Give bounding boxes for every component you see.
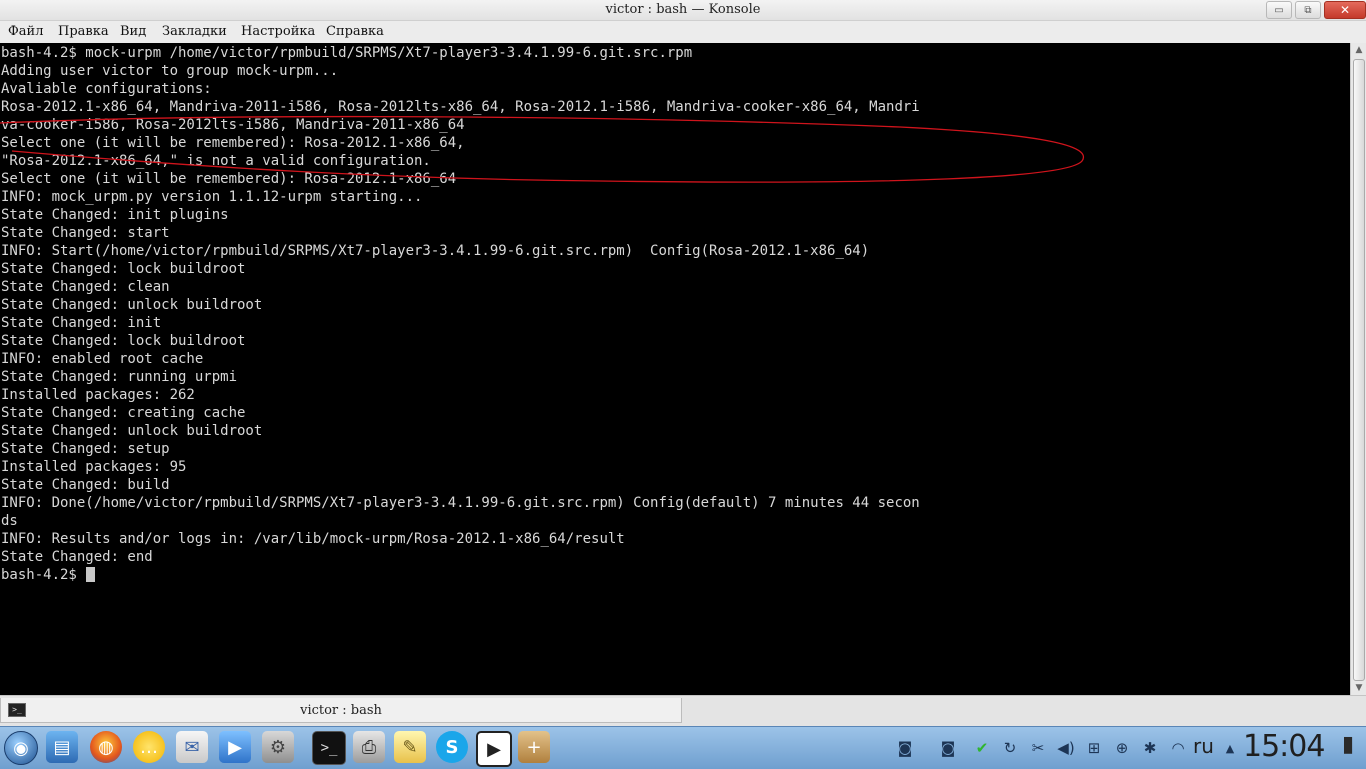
- terminal-line: State Changed: end: [1, 549, 153, 565]
- terminal-line: State Changed: lock buildroot: [1, 261, 246, 277]
- application-launcher-icon[interactable]: ◉: [4, 731, 38, 765]
- terminal-line: INFO: enabled root cache: [1, 351, 204, 367]
- terminal-lines: bash-4.2$ mock-urpm /home/victor/rpmbuil…: [1, 44, 920, 584]
- terminal-line: va-cooker-i586, Rosa-2012lts-i586, Mandr…: [1, 117, 465, 133]
- firefox-icon[interactable]: ◍: [90, 731, 122, 763]
- terminal-line: INFO: Results and/or logs in: /var/lib/m…: [1, 531, 625, 547]
- terminal-line: Installed packages: 95: [1, 459, 187, 475]
- terminal-line: Adding user victor to group mock-urpm...: [1, 63, 339, 79]
- menu-view[interactable]: Вид: [120, 24, 146, 39]
- scroll-down-arrow-icon[interactable]: ▼: [1351, 681, 1366, 695]
- scissors-icon[interactable]: ✂: [1028, 737, 1048, 759]
- konsole-tab-bar: >_ victor : bash: [0, 695, 1366, 727]
- terminal-prompt: bash-4.2$: [1, 567, 86, 583]
- terminal-line: INFO: mock_urpm.py version 1.1.12-urpm s…: [1, 189, 423, 205]
- terminal-line: "Rosa-2012.1-x86_64," is not a valid con…: [1, 153, 431, 169]
- terminal-line: State Changed: lock buildroot: [1, 333, 246, 349]
- globe-icon[interactable]: ⊕: [1112, 737, 1132, 759]
- terminal-line: State Changed: running urpmi: [1, 369, 238, 385]
- terminal-line: Installed packages: 262: [1, 387, 195, 403]
- terminal-output[interactable]: bash-4.2$ mock-urpm /home/victor/rpmbuil…: [0, 43, 1350, 695]
- terminal-line: State Changed: init: [1, 315, 162, 331]
- tray-expand-icon[interactable]: ▲: [1223, 737, 1237, 759]
- sync-icon[interactable]: ↻: [1000, 737, 1020, 759]
- minimize-button[interactable]: ▭: [1266, 1, 1292, 19]
- menu-file[interactable]: Файл: [8, 24, 43, 39]
- terminal-line: State Changed: build: [1, 477, 170, 493]
- menu-bookmarks[interactable]: Закладки: [162, 24, 227, 39]
- chat-icon[interactable]: …: [133, 731, 165, 763]
- package-installer-icon[interactable]: +: [518, 731, 550, 763]
- terminal-line: Select one (it will be remembered): Rosa…: [1, 135, 465, 151]
- update-check-icon[interactable]: ✔: [972, 737, 992, 759]
- mail-icon[interactable]: ✉: [176, 731, 208, 763]
- window-title: victor : bash — Konsole: [605, 2, 761, 17]
- terminal-line: INFO: Start(/home/victor/rpmbuild/SRPMS/…: [1, 243, 870, 259]
- clock[interactable]: 15:04: [1243, 729, 1325, 764]
- terminal-line: State Changed: unlock buildroot: [1, 423, 263, 439]
- menu-bar: Файл Правка Вид Закладки Настройка Справ…: [0, 21, 1366, 44]
- tab-label: victor : bash: [300, 702, 382, 718]
- terminal-line: State Changed: creating cache: [1, 405, 246, 421]
- video-player-icon[interactable]: ▶: [219, 731, 251, 763]
- network-icon[interactable]: ⊞: [1084, 737, 1104, 759]
- bluetooth-icon[interactable]: ✱: [1140, 737, 1160, 759]
- notes-icon[interactable]: ✎: [394, 731, 426, 763]
- scrollbar-thumb[interactable]: [1353, 59, 1365, 681]
- terminal-line: Rosa-2012.1-x86_64, Mandriva-2011-i586, …: [1, 99, 920, 115]
- printer-icon[interactable]: ⎙: [353, 731, 385, 763]
- terminal-line: INFO: Done(/home/victor/rpmbuild/SRPMS/X…: [1, 495, 920, 511]
- terminal-line: ds: [1, 513, 18, 529]
- terminal-line: Select one (it will be remembered): Rosa…: [1, 171, 457, 187]
- konsole-terminal-icon[interactable]: >_: [312, 731, 346, 765]
- terminal-line: Avaliable configurations:: [1, 81, 212, 97]
- close-button[interactable]: ✕: [1324, 1, 1366, 19]
- menu-help[interactable]: Справка: [326, 24, 384, 39]
- terminal-scrollbar[interactable]: ▲ ▼: [1350, 43, 1366, 695]
- terminal-line: State Changed: clean: [1, 279, 170, 295]
- maximize-button[interactable]: ⧉: [1295, 1, 1321, 19]
- battery-icon[interactable]: ▮: [1338, 732, 1358, 757]
- menu-settings[interactable]: Настройка: [241, 24, 315, 39]
- terminal-line: State Changed: init plugins: [1, 207, 229, 223]
- terminal-prompt-line[interactable]: bash-4.2$: [1, 566, 920, 584]
- keyboard-layout-indicator[interactable]: ru: [1193, 734, 1214, 758]
- taskbar-panel: ◉ ▤ ◍ … ✉ ▶ ⚙ >_ ⎙ ✎ S ▶ + ◙ ◙ ✔ ↻ ✂ ◀) …: [0, 726, 1366, 769]
- terminal-line: bash-4.2$ mock-urpm /home/victor/rpmbuil…: [1, 45, 693, 61]
- terminal-line: State Changed: unlock buildroot: [1, 297, 263, 313]
- terminal-line: State Changed: setup: [1, 441, 170, 457]
- menu-edit[interactable]: Правка: [58, 24, 109, 39]
- skype-icon[interactable]: S: [436, 731, 468, 763]
- text-cursor: [86, 567, 96, 582]
- screenshot-camera-icon[interactable]: ◙: [890, 737, 920, 759]
- camera-icon[interactable]: ◙: [933, 737, 963, 759]
- terminal-line: State Changed: start: [1, 225, 170, 241]
- tab-victor-bash[interactable]: >_ victor : bash: [0, 698, 682, 723]
- system-settings-icon[interactable]: ⚙: [262, 731, 294, 763]
- volume-icon[interactable]: ◀): [1054, 737, 1078, 759]
- file-manager-icon[interactable]: ▤: [46, 731, 78, 763]
- scroll-up-arrow-icon[interactable]: ▲: [1351, 43, 1366, 57]
- window-titlebar[interactable]: victor : bash — Konsole ▭ ⧉ ✕: [0, 0, 1366, 21]
- wifi-icon[interactable]: ◠: [1168, 737, 1188, 759]
- media-player-icon[interactable]: ▶: [476, 731, 512, 767]
